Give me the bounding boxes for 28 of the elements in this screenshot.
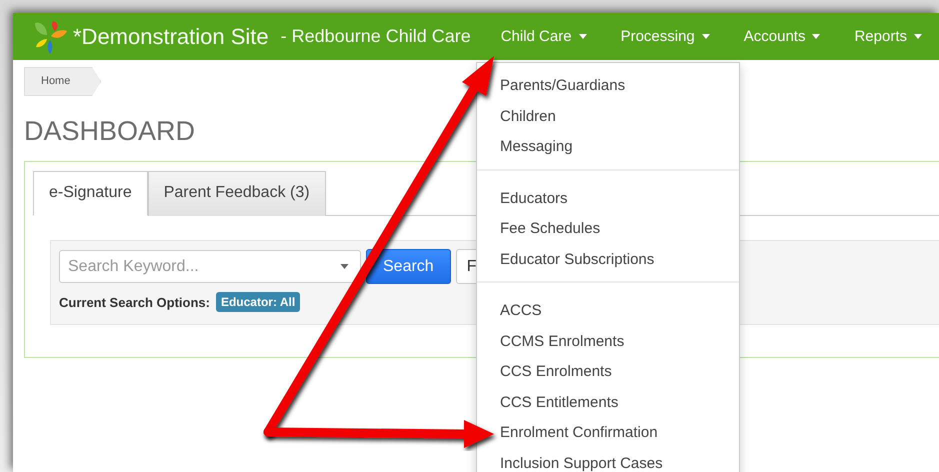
menu-item[interactable]: CCS Entitlements [500, 388, 618, 418]
leaf-logo-icon [33, 18, 67, 54]
caret-icon [914, 34, 922, 39]
menu-item[interactable]: Inclusion Support Cases [500, 448, 663, 472]
caret-icon [702, 34, 710, 39]
menu-item[interactable]: Children [500, 102, 556, 132]
site-title: *Demonstration Site [73, 24, 269, 50]
menu-item[interactable]: CCS Enrolments [500, 357, 612, 388]
menu-item[interactable]: Parents/Guardians [500, 71, 626, 102]
site-subtitle: - Redbourne Child Care [280, 26, 471, 47]
caret-icon [578, 34, 587, 39]
page-title: DASHBOARD [24, 116, 196, 147]
menu-item[interactable]: Messaging [500, 132, 573, 162]
search-options-label: Current Search Options: [59, 294, 210, 310]
menu-item[interactable]: ACCS [500, 296, 542, 326]
breadcrumb-item[interactable]: Home [24, 67, 102, 96]
menu-item[interactable]: Educator Subscriptions [500, 244, 654, 275]
menu-item[interactable]: Enrolment Confirmation [500, 418, 658, 448]
tab[interactable]: Parent Feedback (3) [148, 171, 326, 216]
option-tag: Educator: All [216, 292, 300, 312]
caret-icon [812, 34, 820, 39]
tab[interactable]: e-Signature [33, 171, 148, 216]
search-button[interactable]: Search [366, 249, 451, 284]
caret-icon [340, 264, 349, 269]
menu-item[interactable]: Educators [500, 184, 568, 214]
search-field[interactable]: Search Keyword... [59, 250, 361, 283]
menu-item[interactable]: Fee Schedules [500, 214, 600, 244]
menu-item[interactable]: CCMS Enrolments [500, 326, 624, 357]
